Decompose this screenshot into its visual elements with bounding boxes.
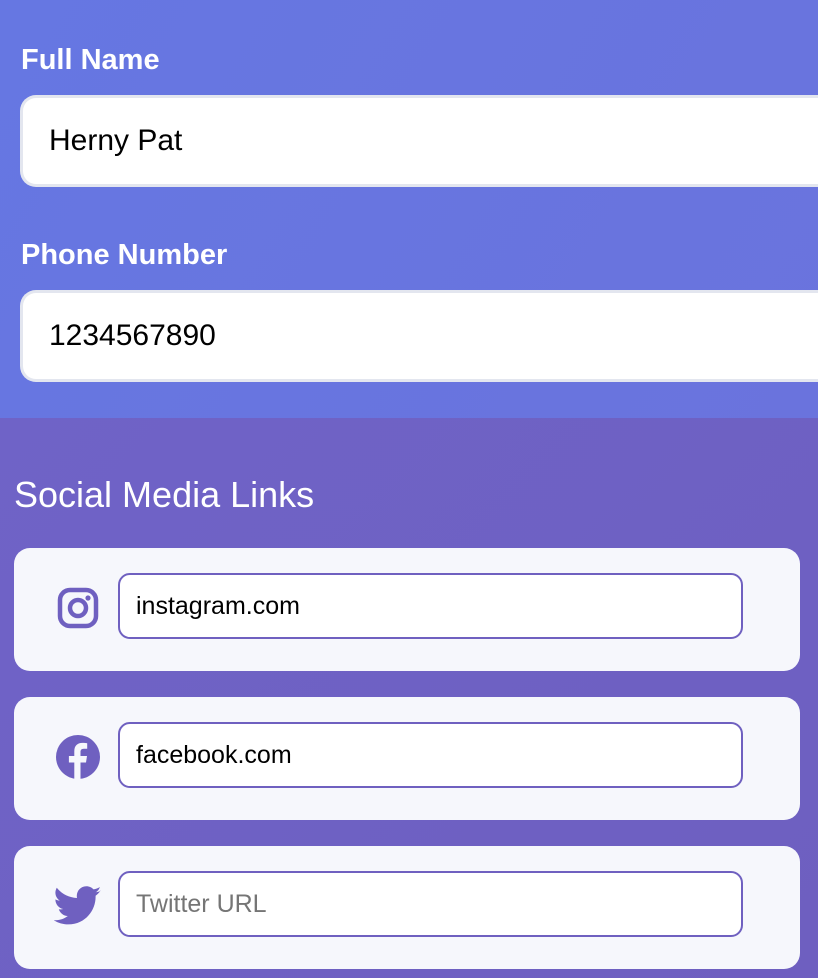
twitter-icon xyxy=(54,882,102,930)
instagram-url-input[interactable]: instagram.com xyxy=(118,573,743,639)
facebook-icon xyxy=(54,733,102,781)
phone-number-input[interactable]: 1234567890 xyxy=(20,290,818,382)
full-name-input[interactable]: Herny Pat xyxy=(20,95,818,187)
full-name-label: Full Name xyxy=(21,44,160,76)
facebook-card: facebook.com xyxy=(14,697,800,820)
instagram-card: instagram.com xyxy=(14,548,800,671)
twitter-card: Twitter URL xyxy=(14,846,800,969)
twitter-url-input[interactable]: Twitter URL xyxy=(118,871,743,937)
instagram-icon xyxy=(54,584,102,632)
phone-number-label: Phone Number xyxy=(21,239,228,271)
social-media-heading: Social Media Links xyxy=(14,474,315,515)
facebook-url-input[interactable]: facebook.com xyxy=(118,722,743,788)
